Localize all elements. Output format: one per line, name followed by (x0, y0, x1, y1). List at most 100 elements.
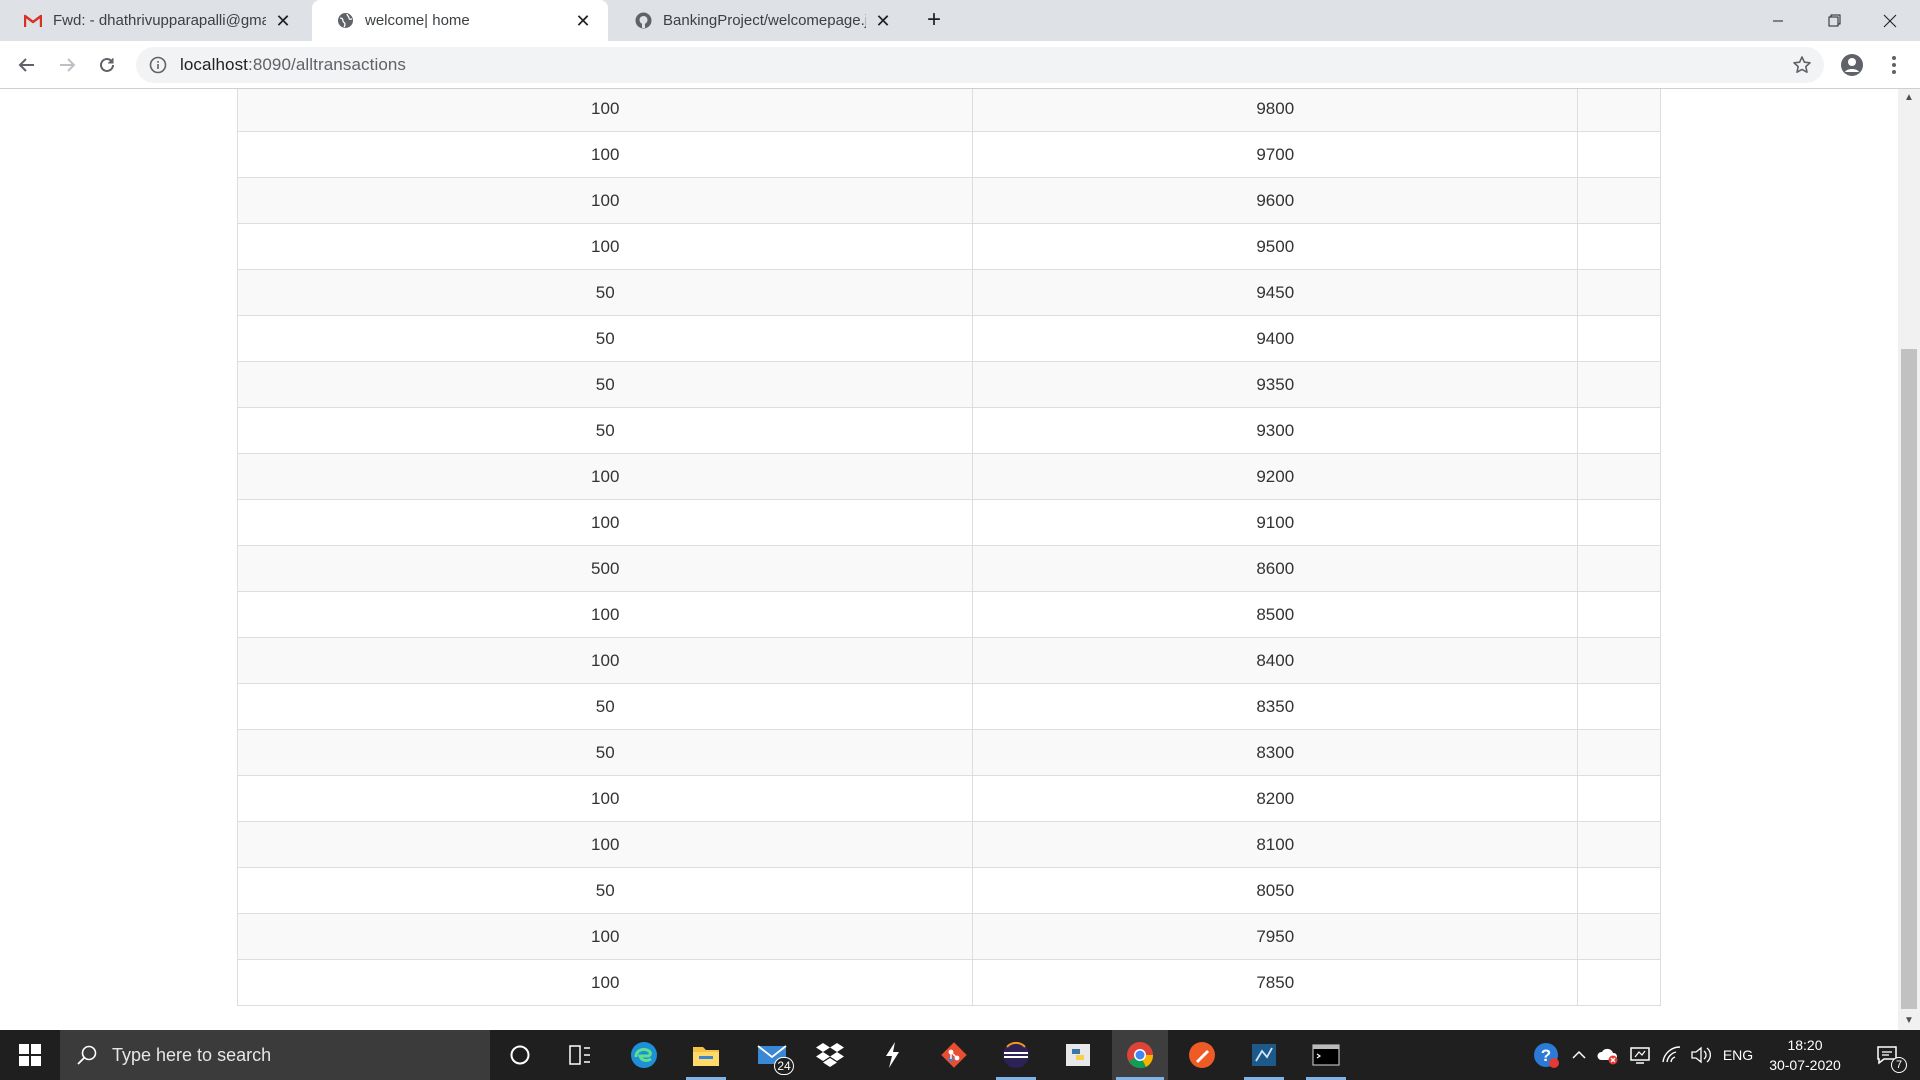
cortana-circle-icon (510, 1045, 530, 1065)
start-button[interactable] (0, 1030, 60, 1080)
scrollbar-thumb[interactable] (1901, 349, 1917, 1009)
empty-cell (1577, 545, 1661, 592)
profile-button[interactable] (1836, 49, 1868, 81)
taskbar-app-eclipse[interactable] (988, 1030, 1044, 1080)
amount-cell: 50 (236, 867, 974, 914)
windows-logo-icon (19, 1044, 41, 1066)
taskbar-search-box[interactable]: Type here to search (60, 1030, 490, 1080)
arrow-right-icon (60, 58, 76, 72)
taskbar-app-mail[interactable]: 24 (744, 1030, 800, 1080)
volume-tray-button[interactable] (1688, 1030, 1716, 1080)
url-host: localhost (180, 55, 248, 74)
cortana-button[interactable] (492, 1030, 548, 1080)
table-row: 100 8400 (236, 637, 1661, 684)
tab-strip: Fwd: - dhathrivupparapalli@gma ✕ welcome… (0, 0, 1920, 41)
show-hidden-icons-button[interactable] (1566, 1030, 1592, 1080)
taskbar-app-dropbox[interactable] (802, 1030, 858, 1080)
help-tray-button[interactable]: ? (1528, 1030, 1564, 1080)
display-tray-button[interactable] (1626, 1030, 1654, 1080)
table-row: 50 9350 (236, 361, 1661, 408)
balance-cell: 7950 (972, 913, 1579, 960)
amount-cell: 100 (236, 177, 974, 224)
url-path: :8090/alltransactions (248, 55, 407, 74)
table-row: 50 9450 (236, 269, 1661, 316)
action-center-button[interactable]: 7 (1862, 1030, 1912, 1080)
restore-button[interactable] (1806, 0, 1862, 41)
github-icon (634, 12, 652, 30)
taskbar-app-git[interactable] (926, 1030, 982, 1080)
empty-cell (1577, 453, 1661, 500)
empty-cell (1577, 269, 1661, 316)
amount-cell: 50 (236, 269, 974, 316)
edge-icon (631, 1042, 657, 1068)
eclipse-icon (1003, 1041, 1029, 1068)
chevron-up-icon (1572, 1050, 1586, 1059)
info-icon[interactable] (149, 56, 167, 74)
empty-cell (1577, 223, 1661, 270)
amount-cell: 100 (236, 89, 974, 132)
table-row: 100 9600 (236, 177, 1661, 224)
close-icon[interactable]: ✕ (874, 12, 892, 30)
tab-gmail[interactable]: Fwd: - dhathrivupparapalli@gma ✕ (0, 0, 308, 41)
taskbar-app-postman[interactable] (1174, 1030, 1230, 1080)
taskbar-app-chrome[interactable] (1112, 1030, 1168, 1080)
menu-button[interactable] (1878, 49, 1910, 81)
clock-time: 18:20 (1787, 1037, 1823, 1053)
bolt-icon (886, 1042, 899, 1068)
taskbar-app-edge[interactable] (616, 1030, 672, 1080)
amount-cell: 100 (236, 637, 974, 684)
new-tab-button[interactable]: + (917, 6, 951, 36)
taskbar-app-sql-developer[interactable] (1236, 1030, 1292, 1080)
tab-welcome-home[interactable]: welcome| home ✕ (312, 0, 608, 41)
input-language-button[interactable]: ENG (1718, 1030, 1758, 1080)
taskbar-app-python[interactable] (1050, 1030, 1106, 1080)
empty-cell (1577, 131, 1661, 178)
python-idle-icon (1066, 1044, 1090, 1066)
minimize-icon (1773, 20, 1783, 21)
taskbar-app-unknown-bolt[interactable] (864, 1030, 920, 1080)
onedrive-tray-button[interactable] (1594, 1030, 1622, 1080)
amount-cell: 100 (236, 821, 974, 868)
taskbar-app-terminal[interactable] (1298, 1030, 1354, 1080)
arrow-left-icon (18, 58, 34, 72)
minimize-button[interactable] (1750, 0, 1806, 41)
close-window-button[interactable] (1862, 0, 1918, 41)
address-bar[interactable]: localhost:8090/alltransactions (136, 47, 1824, 83)
amount-cell: 50 (236, 361, 974, 408)
forward-button[interactable] (51, 49, 83, 81)
table-row: 100 8100 (236, 821, 1661, 868)
table-row: 100 9500 (236, 223, 1661, 270)
globe-icon (336, 12, 354, 30)
balance-cell: 8600 (972, 545, 1579, 592)
page-viewport: 100 9800 100 9700 100 9600 100 9500 50 9450 50 9400… (0, 89, 1898, 1030)
task-view-button[interactable] (552, 1030, 608, 1080)
balance-cell: 9700 (972, 131, 1579, 178)
table-row: 100 7850 (236, 959, 1661, 1006)
empty-cell (1577, 361, 1661, 408)
table-row: 50 8300 (236, 729, 1661, 776)
vertical-scrollbar[interactable]: ▲ ▼ (1898, 89, 1920, 1030)
empty-cell (1577, 637, 1661, 684)
table-row: 100 9800 (236, 89, 1661, 132)
close-icon[interactable]: ✕ (274, 12, 292, 30)
restore-icon (1828, 14, 1840, 27)
table-row: 100 9200 (236, 453, 1661, 500)
back-button[interactable] (11, 49, 43, 81)
amount-cell: 50 (236, 729, 974, 776)
empty-cell (1577, 683, 1661, 730)
network-tray-button[interactable] (1658, 1030, 1686, 1080)
transactions-table: 100 9800 100 9700 100 9600 100 9500 50 9450 50 9400… (236, 89, 1661, 1006)
close-icon[interactable]: ✕ (574, 12, 592, 30)
bookmark-button[interactable] (1786, 49, 1818, 81)
tab-github[interactable]: BankingProject/welcomepage.jsp ✕ (610, 0, 908, 41)
table-row: 50 9400 (236, 315, 1661, 362)
balance-cell: 9800 (972, 89, 1579, 132)
balance-cell: 9400 (972, 315, 1579, 362)
taskbar-clock[interactable]: 18:20 30-07-2020 (1760, 1030, 1850, 1080)
taskbar-app-file-explorer[interactable] (678, 1030, 734, 1080)
table-row: 50 9300 (236, 407, 1661, 454)
reload-button[interactable] (91, 49, 123, 81)
help-question-icon: ? (1534, 1043, 1559, 1068)
scroll-down-arrow-icon[interactable]: ▼ (1898, 1012, 1920, 1030)
scroll-up-arrow-icon[interactable]: ▲ (1898, 89, 1920, 107)
